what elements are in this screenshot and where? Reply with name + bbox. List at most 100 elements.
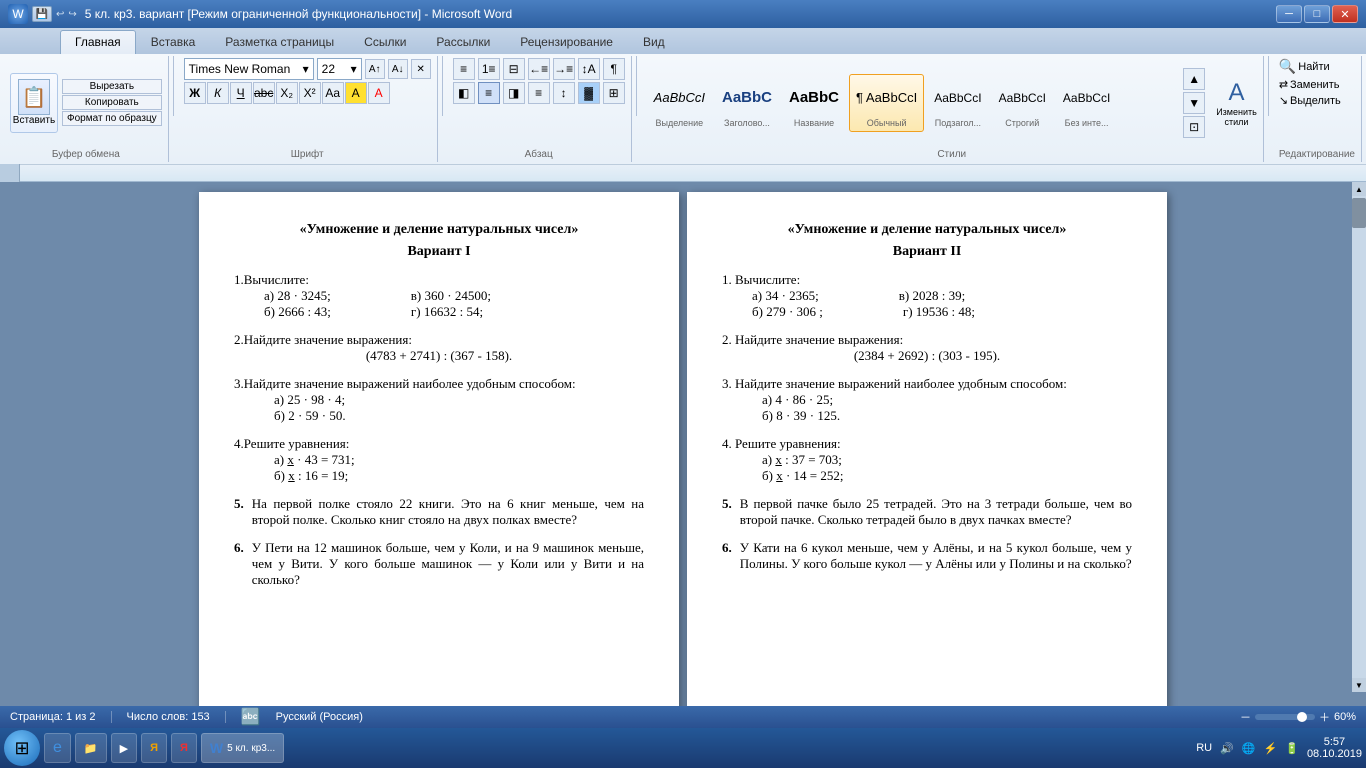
close-button[interactable]: ✕ <box>1332 5 1358 23</box>
highlight-button[interactable]: A <box>345 82 367 104</box>
quick-redo-icon[interactable]: ↪ <box>68 9 76 20</box>
time-display: 5:57 <box>1307 736 1362 748</box>
maximize-button[interactable]: □ <box>1304 5 1330 23</box>
tab-mailings[interactable]: Рассылки <box>421 30 505 54</box>
taskbar-right: RU 🔊 🌐 ⚡ 🔋 5:57 08.10.2019 <box>1196 736 1362 760</box>
vertical-scrollbar[interactable]: ▲ ▼ <box>1352 182 1366 692</box>
word-task-label: 5 кл. кр3... <box>227 743 275 754</box>
variant2-task6-content: 6. У Кати на 6 кукол меньше, чем у Алёны… <box>722 540 1132 572</box>
network-icon: 🌐 <box>1242 742 1256 755</box>
style-strict[interactable]: AaBbCcI Строгий <box>992 74 1053 132</box>
align-left-button[interactable]: ◧ <box>453 82 475 104</box>
scroll-up-button[interactable]: ▲ <box>1352 182 1366 196</box>
font-size-dropdown[interactable]: 22 ▾ <box>317 58 362 80</box>
line-spacing-button[interactable]: ↕ <box>553 82 575 104</box>
format-painter-button[interactable]: Формат по образцу <box>62 111 162 126</box>
variant1-task1-row1: а) 28 · 3245; в) 360 · 24500; <box>264 288 644 304</box>
variant1-task1-a: а) 28 · 3245; <box>264 288 331 304</box>
multilevel-list-button[interactable]: ⊟ <box>503 58 525 80</box>
styles-down-button[interactable]: ▼ <box>1183 92 1205 114</box>
bullet-list-button[interactable]: ≡ <box>453 58 475 80</box>
variant1-task6-num: 6. <box>234 540 244 588</box>
increase-indent-button[interactable]: →≡ <box>553 58 575 80</box>
style-title[interactable]: AaBbC Название <box>782 74 846 132</box>
start-button[interactable]: ⊞ <box>4 730 40 766</box>
font-name-dropdown[interactable]: Times New Roman ▾ <box>184 58 314 80</box>
strikethrough-button[interactable]: abc <box>253 82 275 104</box>
document-area: «Умножение и деление натуральных чисел» … <box>0 182 1366 706</box>
font-label: Шрифт <box>184 147 431 160</box>
minimize-button[interactable]: ─ <box>1276 5 1302 23</box>
find-button[interactable]: 🔍 Найти <box>1279 58 1330 75</box>
page-variant2: «Умножение и деление натуральных чисел» … <box>687 192 1167 706</box>
variant1-task4-header: 4.Решите уравнения: <box>234 436 644 452</box>
copy-button[interactable]: Копировать <box>62 95 162 110</box>
styles-expand-button[interactable]: ⊡ <box>1183 116 1205 138</box>
tab-view[interactable]: Вид <box>628 30 680 54</box>
scroll-thumb-v[interactable] <box>1352 198 1366 228</box>
tab-layout[interactable]: Разметка страницы <box>210 30 349 54</box>
style-subtitle[interactable]: AaBbCcI Подзагол... <box>927 74 988 132</box>
shading-button[interactable]: ▓ <box>578 82 600 104</box>
zoom-out-button[interactable]: － <box>1240 709 1251 725</box>
select-button[interactable]: ↘ Выделить <box>1279 94 1341 107</box>
variant2-task4: 4. Решите уравнения: а) x : 37 = 703; б)… <box>722 436 1132 484</box>
font-group-content: Times New Roman ▾ 22 ▾ A↑ A↓ ✕ Ж К Ч abc… <box>184 58 431 147</box>
style-no-spacing-label: Без инте... <box>1065 118 1109 128</box>
variant2-task1: 1. Вычислите: а) 34 · 2365; в) 2028 : 39… <box>722 272 1132 320</box>
paragraph-group: ≡ 1≡ ⊟ ←≡ →≡ ↕A ¶ ◧ ≡ ◨ ≡ ↕ ▓ ⊞ Абзац <box>447 56 632 162</box>
case-button[interactable]: Aa <box>322 82 344 104</box>
zoom-slider[interactable] <box>1255 714 1315 720</box>
zoom-in-button[interactable]: ＋ <box>1319 709 1330 725</box>
paste-label: Вставить <box>13 115 55 126</box>
change-styles-label[interactable]: Изменитьстили <box>1216 107 1257 127</box>
font-shrink-button[interactable]: A↓ <box>388 59 408 79</box>
replace-button[interactable]: ⇄ Заменить <box>1279 78 1340 91</box>
subscript-button[interactable]: X₂ <box>276 82 298 104</box>
border-button[interactable]: ⊞ <box>603 82 625 104</box>
variant2-task3-b: б) 8 · 39 · 125. <box>762 408 1132 424</box>
variant1-task3-header: 3.Найдите значение выражений наиболее уд… <box>234 376 644 392</box>
align-right-button[interactable]: ◨ <box>503 82 525 104</box>
taskbar-mediaplayer-button[interactable]: ▶ <box>111 733 137 763</box>
numbered-list-button[interactable]: 1≡ <box>478 58 500 80</box>
scroll-track-v[interactable] <box>1352 196 1366 678</box>
taskbar-ie-button[interactable]: e <box>44 733 71 763</box>
paragraph-content: ≡ 1≡ ⊟ ←≡ →≡ ↕A ¶ ◧ ≡ ◨ ≡ ↕ ▓ ⊞ <box>453 58 625 147</box>
quick-undo-icon[interactable]: ↩ <box>56 9 64 20</box>
clipboard-group: 📋 Вставить Вырезать Копировать Формат по… <box>4 56 169 162</box>
clear-format-button[interactable]: ✕ <box>411 59 431 79</box>
taskbar-yandex2-button[interactable]: Я <box>171 733 197 763</box>
style-selection[interactable]: AaBbCcI Выделение <box>647 74 712 132</box>
superscript-button[interactable]: X² <box>299 82 321 104</box>
sort-button[interactable]: ↕A <box>578 58 600 80</box>
bold-button[interactable]: Ж <box>184 82 206 104</box>
tab-insert[interactable]: Вставка <box>136 30 211 54</box>
style-heading[interactable]: AaBbC Заголово... <box>715 74 779 132</box>
cut-button[interactable]: Вырезать <box>62 79 162 94</box>
italic-button[interactable]: К <box>207 82 229 104</box>
variant1-task6-content: 6. У Пети на 12 машинок больше, чем у Ко… <box>234 540 644 588</box>
font-color-button[interactable]: A <box>368 82 390 104</box>
tab-references[interactable]: Ссылки <box>349 30 421 54</box>
style-no-spacing[interactable]: AaBbCcI Без инте... <box>1056 74 1117 132</box>
justify-button[interactable]: ≡ <box>528 82 550 104</box>
quick-save-icon[interactable]: 💾 <box>32 6 52 22</box>
style-normal[interactable]: ¶ AaBbCcI Обычный <box>849 74 924 132</box>
taskbar-explorer-button[interactable]: 📁 <box>75 733 107 763</box>
tab-review[interactable]: Рецензирование <box>505 30 628 54</box>
pages-container: «Умножение и деление натуральных чисел» … <box>0 182 1366 706</box>
underline-button[interactable]: Ч <box>230 82 252 104</box>
zoom-thumb <box>1297 712 1307 722</box>
align-center-button[interactable]: ≡ <box>478 82 500 104</box>
show-marks-button[interactable]: ¶ <box>603 58 625 80</box>
taskbar-word-button[interactable]: W 5 кл. кр3... <box>201 733 284 763</box>
paste-button[interactable]: 📋 Вставить <box>10 73 58 133</box>
decrease-indent-button[interactable]: ←≡ <box>528 58 550 80</box>
zoom-control[interactable]: － ＋ 60% <box>1240 709 1356 725</box>
font-grow-button[interactable]: A↑ <box>365 59 385 79</box>
scroll-down-button[interactable]: ▼ <box>1352 678 1366 692</box>
styles-up-button[interactable]: ▲ <box>1183 68 1205 90</box>
taskbar-yandex-button[interactable]: Я <box>141 733 167 763</box>
tab-home[interactable]: Главная <box>60 30 136 54</box>
